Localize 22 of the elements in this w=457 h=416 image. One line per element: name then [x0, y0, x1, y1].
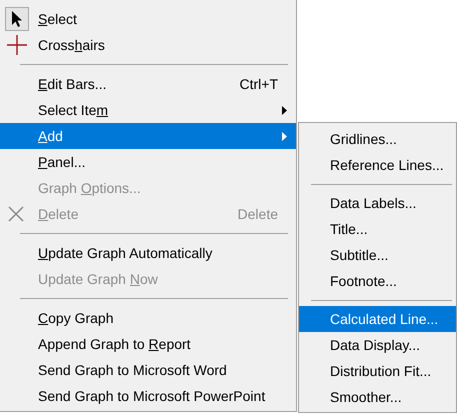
menu-item[interactable]: Gridlines...	[299, 126, 456, 152]
menu-item[interactable]: Update Graph Automatically	[0, 240, 296, 266]
menu-item[interactable]: Calculated Line...	[299, 306, 456, 332]
menu-item[interactable]: Edit Bars... Ctrl+T	[0, 71, 296, 97]
menu-item[interactable]: Data Labels...	[299, 190, 456, 216]
menu-item[interactable]: Add	[0, 123, 296, 149]
menu-item[interactable]: Data Display...	[299, 332, 456, 358]
menu-item[interactable]: Select Item	[0, 97, 296, 123]
menu-item[interactable]: Reference Lines...	[299, 152, 456, 178]
menu-item[interactable]: Panel...	[0, 149, 296, 175]
menu-item[interactable]: Smoother...	[299, 384, 456, 410]
close-icon	[8, 206, 24, 222]
menu-item[interactable]: Footnote...	[299, 268, 456, 294]
menu-item[interactable]: Title...	[299, 216, 456, 242]
menu-item[interactable]: Send Graph to Microsoft PowerPoint	[0, 383, 296, 409]
menu-item[interactable]: Distribution Fit...	[299, 358, 456, 384]
menu-item[interactable]: Subtitle...	[299, 242, 456, 268]
menu-item[interactable]: Copy Graph	[0, 305, 296, 331]
menu-item[interactable]: Select	[0, 6, 296, 32]
menu-item[interactable]: Crosshairs	[0, 32, 296, 58]
menu-item[interactable]: Send Graph to Microsoft Word	[0, 357, 296, 383]
menu-item[interactable]: Append Graph to Report	[0, 331, 296, 357]
